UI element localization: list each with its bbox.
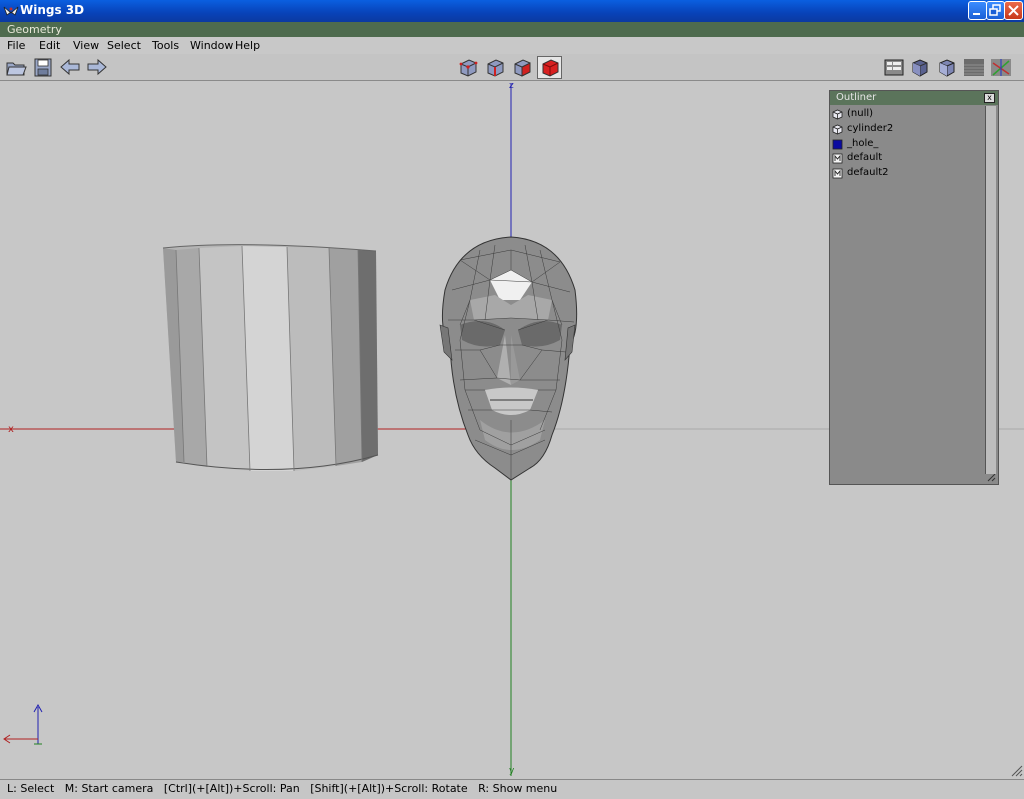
outliner-item-label: _hole_ [847, 138, 879, 149]
outliner-item-label: cylinder2 [847, 123, 894, 134]
save-icon[interactable] [32, 57, 54, 78]
redo-arrow-icon[interactable] [86, 57, 108, 78]
outliner-resize-grip-icon[interactable] [986, 474, 996, 482]
object-cube-icon [832, 124, 843, 135]
outliner-item-label: default [847, 152, 883, 163]
z-axis-label: z [509, 81, 514, 91]
wings-logo-icon [3, 6, 19, 16]
edge-mode-icon[interactable] [484, 57, 506, 78]
head-object[interactable] [439, 236, 578, 481]
menu-file[interactable]: File [7, 39, 25, 52]
resize-grip-icon[interactable] [1011, 765, 1023, 777]
close-button[interactable] [1004, 1, 1023, 20]
minimize-icon [973, 13, 980, 15]
axes-icon[interactable] [990, 57, 1012, 78]
outliner-title-bar[interactable]: Outliner x [830, 91, 998, 105]
menu-help[interactable]: Help [235, 39, 260, 52]
groundplane-icon[interactable] [963, 57, 985, 78]
workmode-icon[interactable] [883, 57, 905, 78]
restore-icon [989, 4, 1001, 16]
x-axis-label: x [8, 424, 14, 435]
minimize-button[interactable] [968, 1, 987, 20]
status-bar: L: Select M: Start camera [Ctrl](+[Alt])… [0, 779, 1024, 799]
material-m-icon [832, 153, 843, 164]
y-axis-label: y [509, 766, 515, 776]
menu-view[interactable]: View [73, 39, 99, 52]
face-mode-icon[interactable] [511, 57, 533, 78]
view-orientation-axes [3, 703, 43, 745]
outliner-item-label: default2 [847, 167, 889, 178]
toolbar [0, 54, 1024, 81]
window-title: Wings 3D [20, 3, 85, 17]
vertex-mode-icon[interactable] [457, 57, 479, 78]
status-help-text: L: Select M: Start camera [Ctrl](+[Alt])… [7, 782, 558, 795]
outliner-close-button[interactable]: x [984, 93, 995, 103]
menu-edit[interactable]: Edit [39, 39, 60, 52]
material-m-icon [832, 168, 843, 179]
menu-window[interactable]: Window [190, 39, 233, 52]
geometry-window-title-bar[interactable]: Geometry [0, 22, 1024, 38]
outliner-panel: Outliner x (null) cylinder2 _hole_ defau… [829, 90, 999, 485]
undo-arrow-icon[interactable] [59, 57, 81, 78]
open-folder-icon[interactable] [5, 57, 27, 78]
close-icon [1008, 5, 1019, 16]
object-cube-icon [832, 109, 843, 120]
menu-bar: File Edit View Select Tools Window Help [0, 37, 1024, 55]
material-swatch-icon [832, 139, 843, 150]
menu-select[interactable]: Select [107, 39, 141, 52]
cylinder-object[interactable] [162, 244, 379, 472]
menu-tools[interactable]: Tools [152, 39, 179, 52]
restore-button[interactable] [986, 1, 1005, 20]
title-bar[interactable]: Wings 3D [0, 0, 1024, 22]
body-mode-button[interactable] [537, 56, 562, 79]
outliner-item-label: (null) [847, 108, 874, 119]
smooth-shade-icon[interactable] [909, 57, 931, 78]
body-mode-icon [542, 59, 559, 77]
outliner-scrollbar[interactable] [985, 106, 996, 474]
flat-shade-icon[interactable] [936, 57, 958, 78]
outliner-title: Outliner [836, 92, 877, 103]
geometry-title: Geometry [7, 23, 62, 36]
